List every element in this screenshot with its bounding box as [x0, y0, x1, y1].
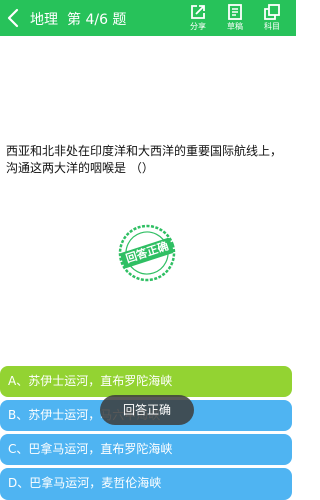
option-a[interactable]: A、苏伊士运河，直布罗陀海峡 [0, 366, 292, 397]
question-text: 西亚和北非处在印度洋和大西洋的重要国际航线上，沟通这两大洋的咽喉是 （） [6, 144, 283, 175]
subject-title: 地理 [30, 12, 58, 28]
toast-message: 回答正确 [100, 395, 194, 425]
draft-button[interactable]: 草稿 [220, 3, 250, 33]
subject-button[interactable]: 科目 [257, 3, 287, 33]
option-c[interactable]: C、巴拿马运河，直布罗陀海峡 [0, 434, 292, 465]
copy-icon [264, 4, 280, 20]
share-icon [191, 5, 205, 19]
subject-label: 科目 [264, 22, 280, 31]
back-button[interactable] [4, 7, 24, 29]
option-d[interactable]: D、巴拿马运河，麦哲伦海峡 [0, 468, 292, 500]
question-progress: 第 4/6 题 [67, 12, 127, 28]
correct-stamp: 回答正确 [116, 222, 178, 284]
draft-label: 草稿 [227, 22, 243, 31]
chevron-left-icon [7, 8, 19, 28]
quiz-screen: 地理 第 4/6 题 分享 草稿 科目 西亚和北非处在印度洋和大西洋的重要国际航… [0, 0, 296, 500]
share-label: 分享 [190, 22, 206, 31]
note-icon [228, 4, 242, 20]
share-button[interactable]: 分享 [183, 3, 213, 33]
header-bar: 地理 第 4/6 题 分享 草稿 科目 [0, 0, 296, 36]
